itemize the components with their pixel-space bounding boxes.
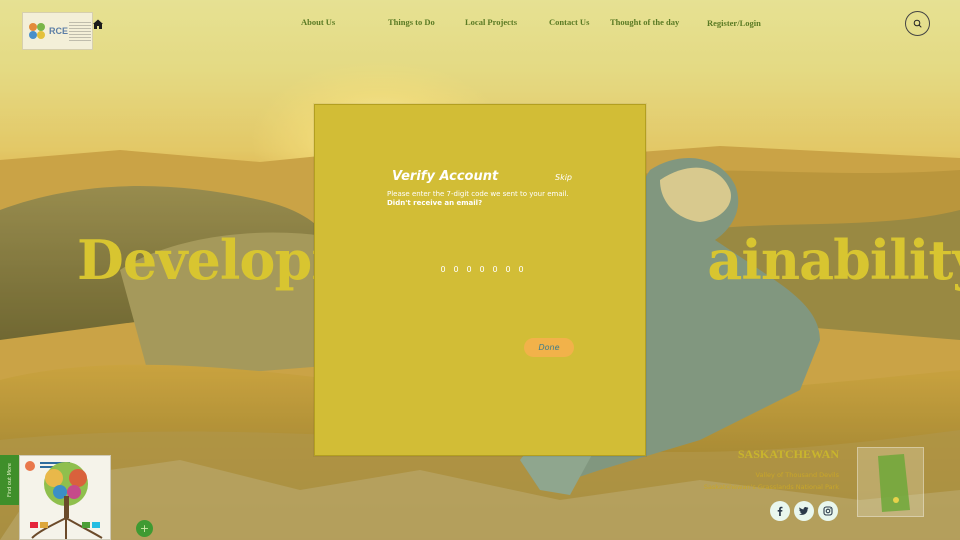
resend-email-link[interactable]: Didn't receive an email? [387, 199, 482, 207]
done-button[interactable]: Done [524, 338, 574, 357]
nav-things-to-do[interactable]: Things to Do [388, 17, 435, 27]
main-nav: About Us Things to Do Local Projects Con… [0, 17, 960, 31]
saskatchewan-map-thumbnail[interactable] [857, 447, 924, 517]
nav-local-projects[interactable]: Local Projects [465, 17, 517, 27]
nav-about-us[interactable]: About Us [301, 17, 335, 27]
search-icon [913, 19, 922, 28]
nav-register-login[interactable]: Register/Login [707, 18, 761, 28]
search-button[interactable] [905, 11, 930, 36]
find-out-more-tab[interactable]: Find out More [0, 455, 19, 505]
verification-code-input [438, 263, 526, 275]
hero-title-right: ainability [707, 228, 960, 292]
code-digit-4[interactable] [477, 263, 487, 275]
modal-instruction: Please enter the 7-digit code we sent to… [387, 190, 577, 208]
instruction-text: Please enter the 7-digit code we sent to… [387, 190, 569, 198]
location-line-1: Valley of Thousand Devils [755, 471, 840, 479]
location-line-2: Saskatchewan's Grasslands National Park [703, 483, 839, 491]
code-digit-3[interactable] [464, 263, 474, 275]
code-digit-2[interactable] [451, 263, 461, 275]
nav-contact-us[interactable]: Contact Us [549, 17, 589, 27]
skip-link[interactable]: Skip [555, 173, 572, 182]
modal-title: Verify Account [392, 169, 499, 184]
sdg-tree-thumbnail[interactable] [19, 455, 111, 540]
code-digit-5[interactable] [490, 263, 500, 275]
facebook-icon[interactable] [770, 501, 790, 521]
find-out-more-label: Find out More [6, 462, 13, 498]
nav-thought-of-the-day[interactable]: Thought of the day [610, 17, 679, 27]
twitter-icon[interactable] [794, 501, 814, 521]
plus-button[interactable]: + [136, 520, 153, 537]
code-digit-6[interactable] [503, 263, 513, 275]
instagram-icon[interactable] [818, 501, 838, 521]
code-digit-7[interactable] [516, 263, 526, 275]
code-digit-1[interactable] [438, 263, 448, 275]
verify-account-modal: Verify Account Skip Please enter the 7-d… [314, 104, 646, 456]
location-title: SASKATCHEWAN [737, 447, 839, 461]
